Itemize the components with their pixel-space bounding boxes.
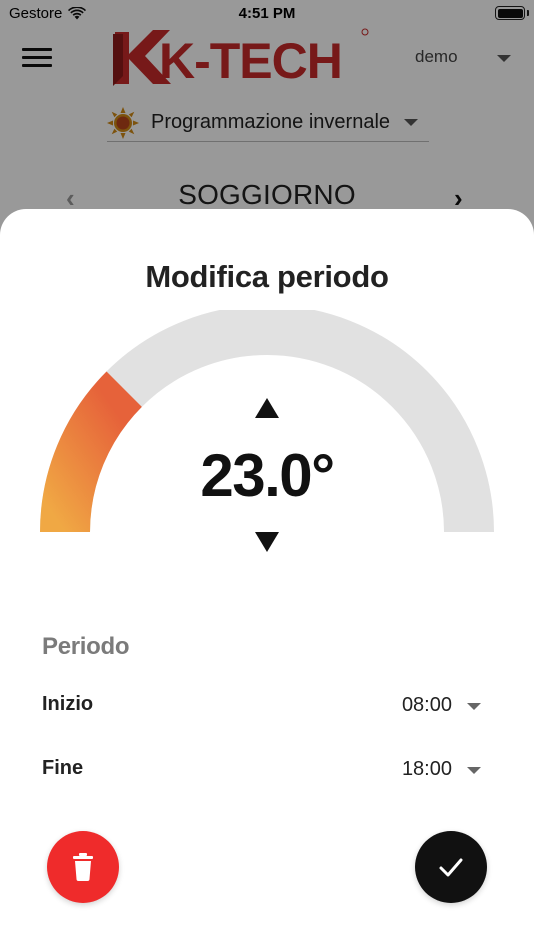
end-time-selector[interactable]: Fine 18:00 bbox=[42, 753, 492, 787]
temperature-value: 23.0° bbox=[200, 442, 335, 509]
delete-button[interactable] bbox=[47, 831, 119, 903]
edit-period-sheet: Modifica periodo 23.0° Periodo Inizio 08… bbox=[0, 209, 534, 950]
chevron-down-icon bbox=[467, 767, 481, 774]
sheet-title: Modifica periodo bbox=[145, 259, 389, 294]
start-value: 08:00 bbox=[401, 694, 452, 716]
decrease-temperature-button[interactable] bbox=[255, 532, 279, 552]
start-time-selector[interactable]: Inizio 08:00 bbox=[42, 689, 492, 723]
chevron-down-icon bbox=[467, 703, 481, 710]
confirm-button[interactable] bbox=[415, 831, 487, 903]
check-icon bbox=[439, 858, 463, 877]
trash-icon bbox=[73, 853, 93, 881]
temperature-gauge[interactable] bbox=[40, 310, 494, 550]
increase-temperature-button[interactable] bbox=[255, 398, 279, 418]
period-section-label: Periodo bbox=[42, 633, 130, 660]
end-label: Fine bbox=[42, 757, 84, 779]
end-value: 18:00 bbox=[401, 758, 452, 780]
start-label: Inizio bbox=[42, 693, 94, 715]
